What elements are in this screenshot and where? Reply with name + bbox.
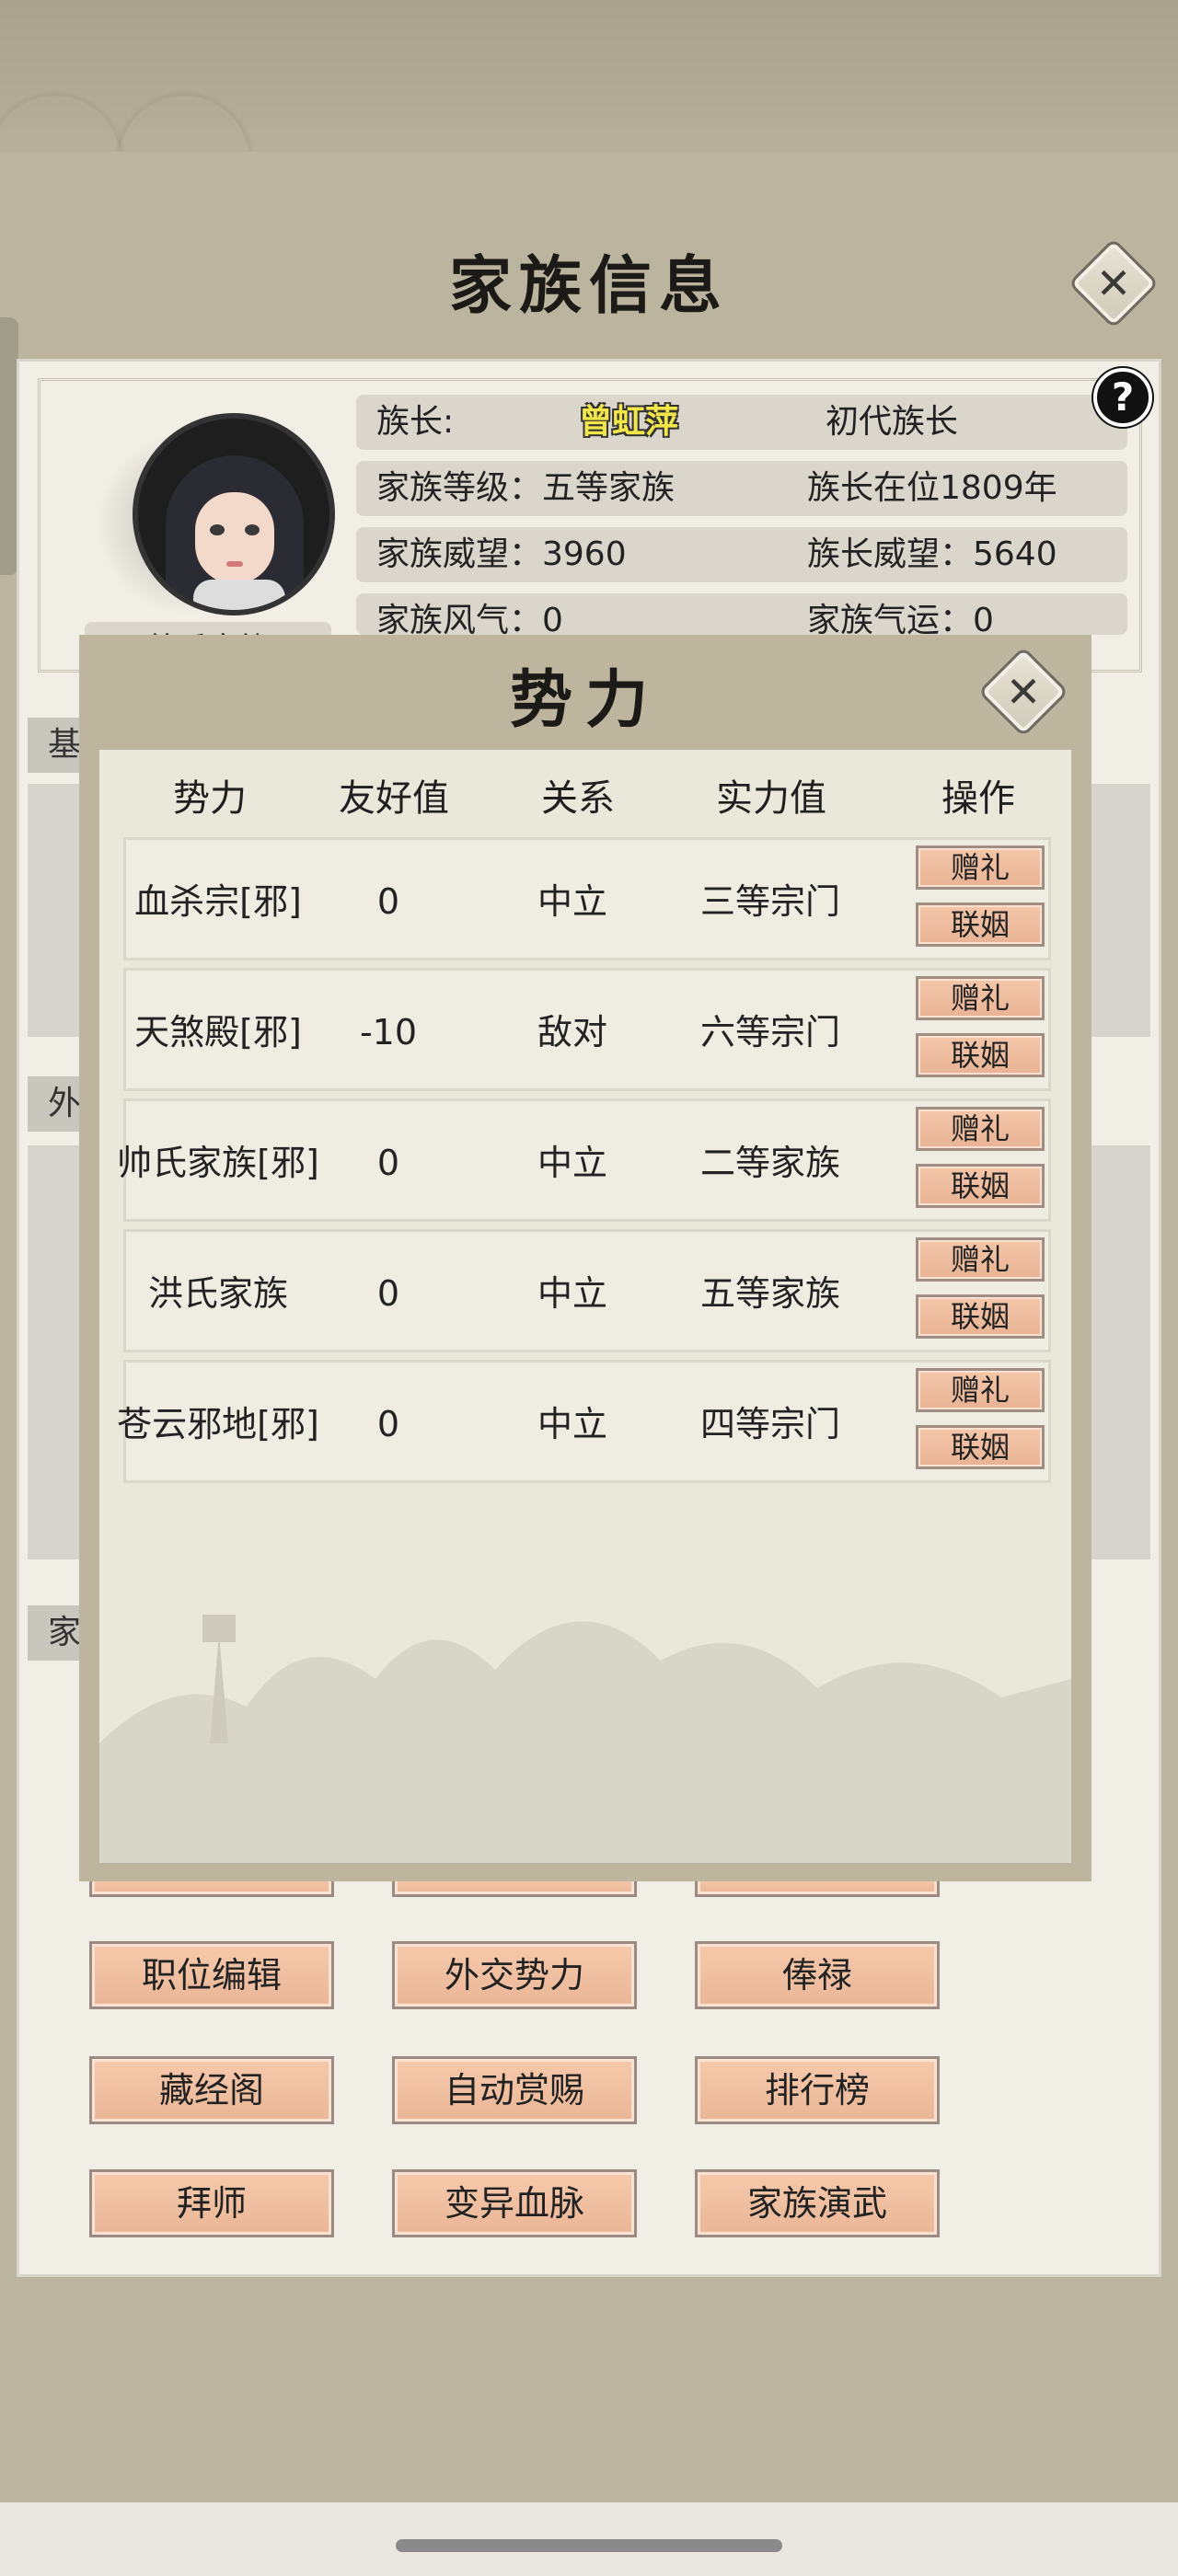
page-title: 家族信息 — [448, 249, 729, 323]
level-row: 家族等级：五等家族 族长在位1809年 — [356, 461, 1127, 516]
marriage-button[interactable]: 联姻 — [916, 1294, 1045, 1339]
mountain-ink-decor — [99, 1615, 1071, 1863]
table-row: 血杀宗[邪] 0 中立 三等宗门 赠礼 联姻 — [123, 837, 1051, 960]
table-row: 洪氏家族 0 中立 五等家族 赠礼 联姻 — [123, 1229, 1051, 1352]
marriage-button[interactable]: 联姻 — [916, 903, 1045, 947]
marriage-button[interactable]: 联姻 — [916, 1033, 1045, 1077]
avatar[interactable] — [133, 413, 335, 615]
scripture-pavilion-button[interactable]: 藏经阁 — [89, 2056, 334, 2124]
close-icon: ✕ — [1095, 259, 1132, 308]
relation-value: 中立 — [537, 1273, 607, 1314]
gift-button[interactable]: 赠礼 — [916, 1368, 1045, 1412]
marriage-button[interactable]: 联姻 — [916, 1425, 1045, 1469]
friendship-value: 0 — [376, 881, 400, 922]
header-operation: 操作 — [941, 777, 1015, 820]
table-row: 帅氏家族[邪] 0 中立 二等家族 赠礼 联姻 — [117, 1098, 1051, 1222]
chief-row: 族长: 曾虹萍 初代族长 — [356, 395, 1127, 450]
faction-dialog-title: 势力 — [509, 663, 661, 737]
leaderboard-button[interactable]: 排行榜 — [695, 2056, 940, 2124]
header-friendship: 友好值 — [339, 777, 449, 820]
strength-value: 五等家族 — [699, 1273, 840, 1314]
edge-handle[interactable] — [0, 317, 18, 575]
main-close-button[interactable]: ✕ — [1068, 237, 1160, 329]
diplomacy-faction-button[interactable]: 外交势力 — [392, 1941, 637, 2009]
family-style: 家族风气：0 — [376, 602, 563, 635]
mutant-bloodline-button[interactable]: 变异血脉 — [392, 2169, 637, 2237]
top-decor-band — [0, 0, 1178, 161]
info-frame: 曾氏家族 族长: 曾虹萍 初代族长 家族等级：五等家族 族长在位1809年 家族… — [38, 378, 1142, 673]
style-row: 家族风气：0 家族气运：0 — [356, 593, 1127, 635]
faction-dialog: 势力 ✕ 势力 友好值 关系 实力值 操作 血杀宗[邪] 0 中立 三等宗门 赠… — [79, 635, 1091, 1881]
chief-name: 曾虹萍 — [579, 403, 679, 441]
gift-button[interactable]: 赠礼 — [916, 1237, 1045, 1282]
family-prestige: 家族威望：3960 — [376, 535, 627, 573]
gift-button[interactable]: 赠礼 — [916, 1107, 1045, 1151]
home-indicator[interactable] — [396, 2539, 782, 2552]
gift-button[interactable]: 赠礼 — [916, 845, 1045, 890]
chief-label: 族长: — [376, 403, 455, 441]
relation-value: 中立 — [537, 1404, 607, 1444]
family-level: 家族等级：五等家族 — [376, 469, 676, 507]
avatar-container — [96, 413, 335, 634]
chief-tenure: 族长在位1809年 — [807, 469, 1057, 507]
friendship-value: -10 — [359, 1012, 418, 1052]
marriage-button[interactable]: 联姻 — [916, 1164, 1045, 1208]
faction-name: 天煞殿[邪] — [134, 1012, 302, 1052]
header-relation: 关系 — [541, 777, 615, 820]
help-button[interactable]: ? — [1093, 368, 1152, 427]
apprentice-button[interactable]: 拜师 — [89, 2169, 334, 2237]
table-row: 苍云邪地[邪] 0 中立 四等宗门 赠礼 联姻 — [117, 1360, 1051, 1483]
friendship-value: 0 — [376, 1273, 400, 1314]
faction-name: 血杀宗[邪] — [134, 881, 302, 922]
faction-name: 帅氏家族[邪] — [117, 1143, 319, 1183]
faction-name: 洪氏家族 — [147, 1273, 288, 1314]
strength-value: 四等宗门 — [699, 1404, 840, 1444]
chief-generation: 初代族长 — [826, 403, 959, 441]
header-faction: 势力 — [173, 777, 247, 820]
relation-value: 中立 — [537, 1143, 607, 1183]
gift-button[interactable]: 赠礼 — [916, 976, 1045, 1020]
friendship-value: 0 — [376, 1143, 400, 1183]
relation-value: 中立 — [537, 881, 607, 922]
strength-value: 二等家族 — [699, 1143, 840, 1183]
position-edit-button[interactable]: 职位编辑 — [89, 1941, 334, 2009]
family-fortune: 家族气运：0 — [807, 602, 994, 635]
strength-value: 六等宗门 — [699, 1012, 840, 1052]
faction-table: 势力 友好值 关系 实力值 操作 血杀宗[邪] 0 中立 三等宗门 赠礼 联姻 … — [99, 750, 1071, 1863]
table-row: 天煞殿[邪] -10 敌对 六等宗门 赠礼 联姻 — [123, 968, 1051, 1091]
faction-name: 苍云邪地[邪] — [117, 1404, 319, 1444]
family-martial-button[interactable]: 家族演武 — [695, 2169, 940, 2237]
prestige-row: 家族威望：3960 族长威望：5640 — [356, 527, 1127, 582]
chief-prestige: 族长威望：5640 — [807, 535, 1057, 573]
faction-close-button[interactable]: ✕ — [977, 646, 1069, 738]
strength-value: 三等宗门 — [699, 881, 840, 922]
relation-value: 敌对 — [537, 1012, 607, 1052]
friendship-value: 0 — [376, 1404, 400, 1444]
close-icon: ✕ — [1005, 667, 1042, 717]
salary-button[interactable]: 俸禄 — [695, 1941, 940, 2009]
header-strength: 实力值 — [716, 777, 826, 820]
auto-reward-button[interactable]: 自动赏赐 — [392, 2056, 637, 2124]
